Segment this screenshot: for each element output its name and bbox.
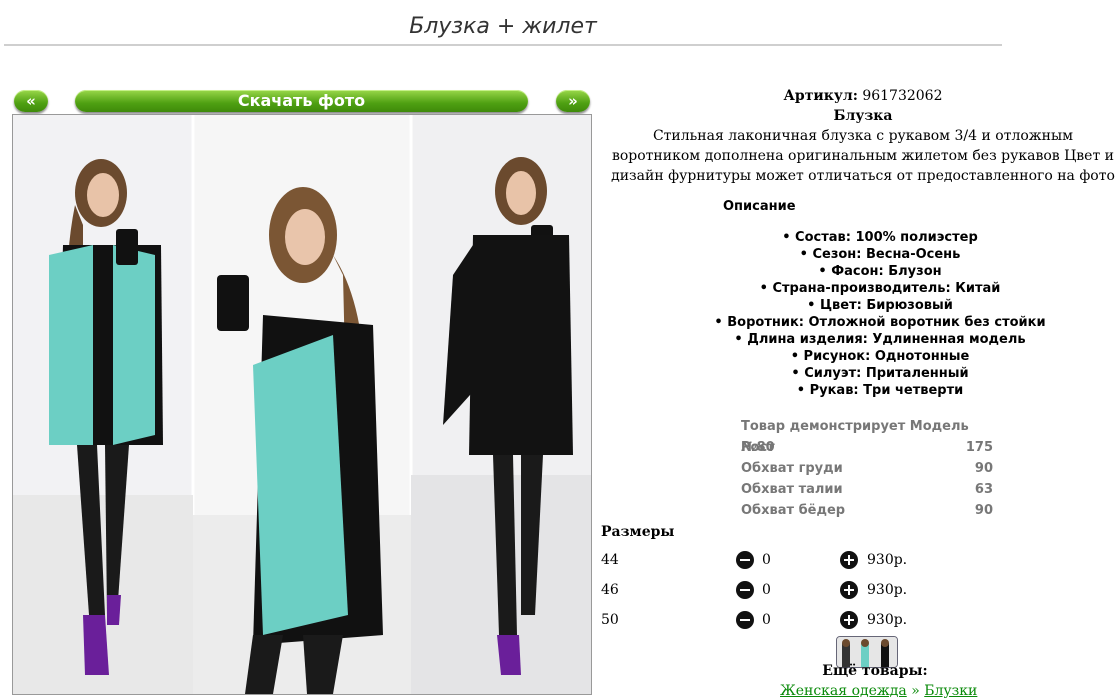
increase-icon[interactable] [840,551,858,569]
spec-item: • Рукав: Три четверти [796,383,964,398]
spec-item: • Воротник: Отложной воротник без стойки [714,315,1046,330]
page-title: Блузка + жилет [409,14,597,39]
size-row: 46 0 930р. [601,580,921,600]
spec-item: • Страна-производитель: Китай [759,281,1001,296]
size-value: 50 [601,612,619,628]
size-row: 50 0 930р. [601,610,921,630]
breadcrumb-link-blouses[interactable]: Блузки [924,683,977,699]
quantity-value: 0 [762,582,771,598]
increase-icon[interactable] [840,581,858,599]
increase-icon[interactable] [840,611,858,629]
decrease-icon[interactable] [736,581,754,599]
category-breadcrumb: Женская одежда » Блузки [780,683,977,699]
quantity-value: 0 [762,612,771,628]
prev-photo-button[interactable]: « [14,90,48,112]
article-line: Артикул: 961732062 [610,86,1116,106]
article-value: 961732062 [862,88,943,104]
spec-item: • Состав: 100% полиэстер [782,230,978,245]
sizes-heading: Размеры [601,524,675,540]
specs-list: • Состав: 100% полиэстер • Сезон: Весна-… [700,229,1060,399]
model-measurements: Товар демонстрирует Модель №80 Рост 175 … [741,416,993,521]
size-price: 930р. [867,612,908,628]
size-price: 930р. [867,582,908,598]
next-photo-button[interactable]: » [556,90,590,112]
model-row-label: Обхват бёдер [741,503,846,518]
model-row-label: Обхват груди [741,461,843,476]
spec-item: • Цвет: Бирюзовый [807,298,953,313]
decrease-icon[interactable] [736,551,754,569]
product-photo [12,114,592,695]
spec-item: • Длина изделия: Удлиненная модель [734,332,1026,347]
spec-item: • Рисунок: Однотонные [790,349,970,364]
quantity-value: 0 [762,552,771,568]
model-row: Обхват груди 90 [741,458,993,479]
more-products-heading: Ещё товары: [822,663,928,679]
decrease-icon[interactable] [736,611,754,629]
model-heading: Товар демонстрирует Модель №80 [741,419,969,455]
model-row-label: Рост [741,440,775,455]
model-row: Обхват бёдер 90 [741,500,993,521]
model-row: Рост 175 [741,437,993,458]
size-row: 44 0 930р. [601,550,921,570]
size-value: 44 [601,552,619,568]
spec-item: • Сезон: Весна-Осень [799,247,961,262]
product-name: Блузка [833,108,893,124]
download-photo-button[interactable]: Скачать фото [75,90,528,112]
model-row-value: 63 [974,482,993,497]
product-summary: Артикул: 961732062 Блузка Стильная лакон… [610,86,1116,186]
specs-heading: Описание [723,199,796,214]
article-label: Артикул: [783,88,858,104]
model-row-value: 90 [974,503,993,518]
model-row: Обхват талии 63 [741,479,993,500]
model-row-label: Обхват талии [741,482,843,497]
breadcrumb-link-womens-clothing[interactable]: Женская одежда [780,683,907,699]
size-price: 930р. [867,552,908,568]
size-value: 46 [601,582,619,598]
title-divider [4,44,1002,46]
spec-item: • Фасон: Блузон [818,264,942,279]
model-row-value: 90 [974,461,993,476]
model-row-value: 175 [965,440,993,455]
spec-item: • Силуэт: Приталенный [791,366,969,381]
product-description: Стильная лаконичная блузка с рукавом 3/4… [611,128,1115,184]
breadcrumb-separator: » [911,683,920,699]
